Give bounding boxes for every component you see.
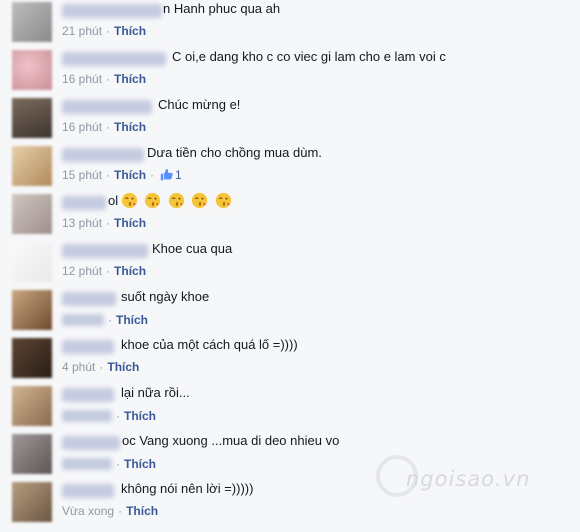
comment-time[interactable]: 4 phút xyxy=(62,360,95,374)
like-link[interactable]: Thích xyxy=(114,24,146,38)
comment-meta: 4 phút · Thích xyxy=(62,360,140,374)
like-link[interactable]: Thích xyxy=(114,264,146,278)
comment-time[interactable]: 15 phút xyxy=(62,168,102,182)
comment-text: Chúc mừng e! xyxy=(158,97,241,112)
like-link[interactable]: Thích xyxy=(107,360,139,374)
comment-item: suốt ngày khoe · Thích xyxy=(0,288,580,336)
emoji-row xyxy=(121,192,234,210)
comment-text: C oi,e dang kho c co viec gi lam cho e l… xyxy=(172,49,446,64)
avatar[interactable] xyxy=(12,50,52,90)
thumbs-up-icon[interactable] xyxy=(160,168,173,181)
like-link[interactable]: Thích xyxy=(114,120,146,134)
comment-item: Khoe cua qua 12 phút · Thích xyxy=(0,240,580,288)
avatar[interactable] xyxy=(12,482,52,522)
comment-text: khoe của một cách quá lố =)))) xyxy=(121,337,298,352)
like-link[interactable]: Thích xyxy=(124,409,156,423)
avatar[interactable] xyxy=(12,290,52,330)
comment-meta: 12 phút · Thích xyxy=(62,264,147,278)
avatar[interactable] xyxy=(12,98,52,138)
comment-meta: 15 phút · Thích · 1 xyxy=(62,168,182,182)
like-count[interactable]: 1 xyxy=(175,168,182,182)
commenter-name-blurred[interactable] xyxy=(62,340,114,354)
comment-time[interactable]: 21 phút xyxy=(62,24,102,38)
avatar[interactable] xyxy=(12,2,52,42)
comment-meta: · Thích xyxy=(62,408,156,423)
commenter-name-blurred[interactable] xyxy=(62,196,106,210)
comment-meta: 13 phút · Thích xyxy=(62,216,147,230)
comment-text: ol xyxy=(108,193,119,208)
avatar[interactable] xyxy=(12,242,52,282)
comment-meta: 16 phút · Thích xyxy=(62,120,147,134)
comment-text: Khoe cua qua xyxy=(152,241,233,256)
watermark: ngoisao.vn xyxy=(406,467,531,491)
comment-feed: n Hanh phuc qua ah 21 phút · Thích C oi,e … xyxy=(0,0,580,532)
commenter-name-blurred[interactable] xyxy=(62,292,116,306)
comment-meta: · Thích xyxy=(62,456,156,471)
commenter-name-blurred[interactable] xyxy=(62,4,162,18)
like-link[interactable]: Thích xyxy=(116,313,148,327)
like-link[interactable]: Thích xyxy=(126,504,158,518)
comment-item: C oi,e dang kho c co viec gi lam cho e l… xyxy=(0,48,580,96)
comment-text: n Hanh phuc qua ah xyxy=(163,1,281,16)
comment-time-blurred[interactable] xyxy=(62,458,112,470)
avatar[interactable] xyxy=(12,434,52,474)
avatar[interactable] xyxy=(12,338,52,378)
comment-item: lại nữa rồi... · Thích xyxy=(0,384,580,432)
comment-time-blurred[interactable] xyxy=(62,410,112,422)
commenter-name-blurred[interactable] xyxy=(62,388,114,402)
like-link[interactable]: Thích xyxy=(114,72,146,86)
comment-item: ol 13 phút · Thích xyxy=(0,192,580,240)
comment-meta: 16 phút · Thích xyxy=(62,72,147,86)
comment-time[interactable]: 16 phút xyxy=(62,120,102,134)
like-link[interactable]: Thích xyxy=(124,457,156,471)
commenter-name-blurred[interactable] xyxy=(62,244,148,258)
comment-text: Dưa tiền cho chồng mua dùm. xyxy=(147,145,322,160)
comment-meta: 21 phút · Thích xyxy=(62,24,147,38)
comment-text: suốt ngày khoe xyxy=(121,289,210,304)
commenter-name-blurred[interactable] xyxy=(62,484,114,498)
commenter-name-blurred[interactable] xyxy=(62,100,152,114)
commenter-name-blurred[interactable] xyxy=(62,436,120,450)
avatar[interactable] xyxy=(12,146,52,186)
comment-time-blurred[interactable] xyxy=(62,314,104,326)
comment-item: Chúc mừng e! 16 phút · Thích xyxy=(0,96,580,144)
kiss-face-emoji-icon xyxy=(121,193,138,209)
kiss-face-emoji-icon xyxy=(168,193,185,209)
comment-text: oc Vang xuong ...mua di deo nhieu vo xyxy=(122,433,340,448)
kiss-face-emoji-icon xyxy=(145,193,161,209)
kiss-face-emoji-icon xyxy=(215,193,231,209)
avatar[interactable] xyxy=(12,194,52,234)
comment-time[interactable]: 13 phút xyxy=(62,216,102,230)
commenter-name-blurred[interactable] xyxy=(62,148,144,162)
like-link[interactable]: Thích xyxy=(114,216,146,230)
comment-item: n Hanh phuc qua ah 21 phút · Thích xyxy=(0,0,580,48)
like-link[interactable]: Thích xyxy=(114,168,146,182)
kiss-face-emoji-icon xyxy=(192,193,208,209)
avatar[interactable] xyxy=(12,386,52,426)
comment-item: Dưa tiền cho chồng mua dùm. 15 phút · Thíc… xyxy=(0,144,580,192)
comment-time[interactable]: 16 phút xyxy=(62,72,102,86)
comment-item: khoe của một cách quá lố =)))) 4 phút · Th… xyxy=(0,336,580,384)
comment-meta: Vừa xong · Thích xyxy=(62,504,159,518)
comment-time[interactable]: 12 phút xyxy=(62,264,102,278)
comment-time[interactable]: Vừa xong xyxy=(62,504,114,518)
commenter-name-blurred[interactable] xyxy=(62,52,166,66)
comment-text: lại nữa rồi... xyxy=(121,385,190,400)
comment-meta: · Thích xyxy=(62,312,148,327)
comment-text: không nói nên lời =))))) xyxy=(121,481,254,496)
